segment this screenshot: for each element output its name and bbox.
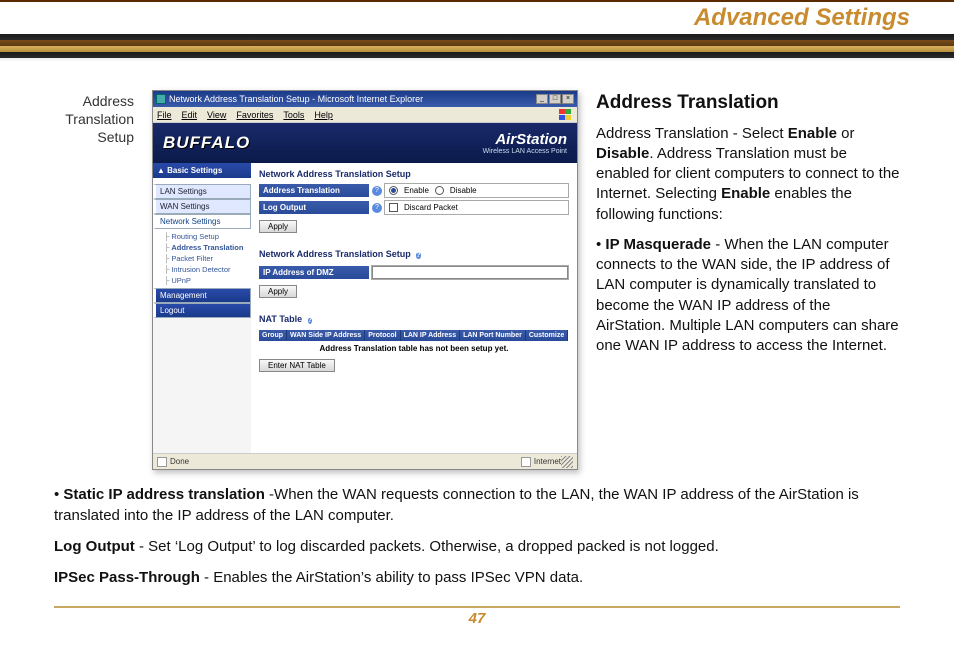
desc-p3: • Static IP address translation -When th… <box>54 484 900 526</box>
page-number: 47 <box>0 610 954 627</box>
tree-routing[interactable]: Routing Setup <box>164 231 251 242</box>
help-icon[interactable]: ? <box>416 252 420 259</box>
zone-icon <box>521 457 531 467</box>
nat-table-title: NAT Table ? <box>259 314 569 326</box>
radio-disable-label: Disable <box>450 186 477 195</box>
apply-button-2[interactable]: Apply <box>259 285 297 298</box>
tree-address-translation[interactable]: Address Translation <box>164 242 251 253</box>
menu-help[interactable]: Help <box>314 110 333 120</box>
header-stripes <box>0 34 954 62</box>
sidebar-basic-settings[interactable]: ▲ Basic Settings <box>153 163 251 178</box>
desc-p4: Log Output - Set ‘Log Output’ to log dis… <box>54 536 900 557</box>
sidebar-logout[interactable]: Logout <box>153 303 251 318</box>
content-area: Address Translation Setup Network Addres… <box>0 62 954 598</box>
desc-p2: • IP Masquerade - When the LAN computer … <box>596 235 900 357</box>
resize-grip-icon[interactable] <box>561 456 573 468</box>
radio-enable-label: Enable <box>404 186 429 195</box>
checkbox-discard[interactable] <box>389 203 398 212</box>
tree-intrusion[interactable]: Intrusion Detector <box>164 264 251 275</box>
radio-enable[interactable] <box>389 186 398 195</box>
app-banner: BUFFALO AirStation Wireless LAN Access P… <box>153 123 577 163</box>
sidebar-management[interactable]: Management <box>153 288 251 303</box>
page-title: Advanced Settings <box>694 4 910 32</box>
footer-rule <box>54 606 900 608</box>
windows-logo-icon <box>559 109 573 121</box>
th-wan-ip: WAN Side IP Address <box>287 330 365 341</box>
ie-icon <box>156 94 166 104</box>
section1-title: Network Address Translation Setup <box>259 169 569 179</box>
brand-logo: BUFFALO <box>163 133 250 153</box>
ie-menubar: File Edit View Favorites Tools Help <box>153 107 577 123</box>
label-log-output: Log Output <box>259 201 369 214</box>
apply-button-1[interactable]: Apply <box>259 220 297 233</box>
th-lan-port: LAN Port Number <box>460 330 526 341</box>
label-dmz: IP Address of DMZ <box>259 266 369 279</box>
radio-disable[interactable] <box>435 186 444 195</box>
ie-statusbar: Done Internet <box>153 453 577 469</box>
nat-table-empty: Address Translation table has not been s… <box>259 341 569 356</box>
screenshot-caption: Address Translation Setup <box>54 90 134 470</box>
sidebar: ▲ Basic Settings LAN Settings WAN Settin… <box>153 163 251 453</box>
tree-packet-filter[interactable]: Packet Filter <box>164 253 251 264</box>
product-name: AirStation <box>483 131 567 148</box>
status-icon <box>157 457 167 467</box>
status-text: Done <box>170 457 189 466</box>
minimize-button[interactable]: _ <box>536 94 548 104</box>
enter-nat-table-button[interactable]: Enter NAT Table <box>259 359 335 372</box>
zone-text: Internet <box>534 457 561 466</box>
page-header: Advanced Settings <box>0 0 954 34</box>
help-icon[interactable]: ? <box>372 203 382 213</box>
checkbox-discard-label: Discard Packet <box>404 203 458 212</box>
sidebar-item-lan[interactable]: LAN Settings <box>153 184 251 199</box>
below-text: • Static IP address translation -When th… <box>54 484 900 598</box>
help-icon[interactable]: ? <box>372 186 382 196</box>
sidebar-item-wan[interactable]: WAN Settings <box>153 199 251 214</box>
product-subtitle: Wireless LAN Access Point <box>483 148 567 155</box>
tree-upnp[interactable]: UPnP <box>164 275 251 286</box>
maximize-button[interactable]: □ <box>549 94 561 104</box>
desc-p5: IPSec Pass-Through - Enables the AirStat… <box>54 567 900 588</box>
help-icon[interactable]: ? <box>308 317 312 324</box>
description-column: Address Translation Address Translation … <box>596 90 900 470</box>
desc-p1: Address Translation - Select Enable or D… <box>596 124 900 225</box>
screenshot-window: Network Address Translation Setup - Micr… <box>152 90 578 470</box>
desc-heading: Address Translation <box>596 90 900 116</box>
th-group: Group <box>259 330 287 341</box>
menu-view[interactable]: View <box>207 110 226 120</box>
th-lan-ip: LAN IP Address <box>401 330 461 341</box>
ie-titlebar: Network Address Translation Setup - Micr… <box>153 91 577 107</box>
dmz-input[interactable] <box>372 266 568 279</box>
sidebar-item-network[interactable]: Network Settings <box>153 214 251 229</box>
label-address-translation: Address Translation <box>259 184 369 197</box>
th-customize: Customize <box>526 330 568 341</box>
menu-file[interactable]: File <box>157 110 172 120</box>
sidebar-tree: Routing Setup Address Translation Packet… <box>153 229 251 288</box>
close-button[interactable]: × <box>562 94 574 104</box>
menu-edit[interactable]: Edit <box>182 110 198 120</box>
section2-title: Network Address Translation Setup ? <box>259 249 569 261</box>
th-protocol: Protocol <box>365 330 400 341</box>
window-title: Network Address Translation Setup - Micr… <box>169 94 423 104</box>
main-panel: Network Address Translation Setup Addres… <box>251 163 577 453</box>
menu-tools[interactable]: Tools <box>283 110 304 120</box>
menu-favorites[interactable]: Favorites <box>236 110 273 120</box>
nat-table-header: Group WAN Side IP Address Protocol LAN I… <box>259 330 569 341</box>
